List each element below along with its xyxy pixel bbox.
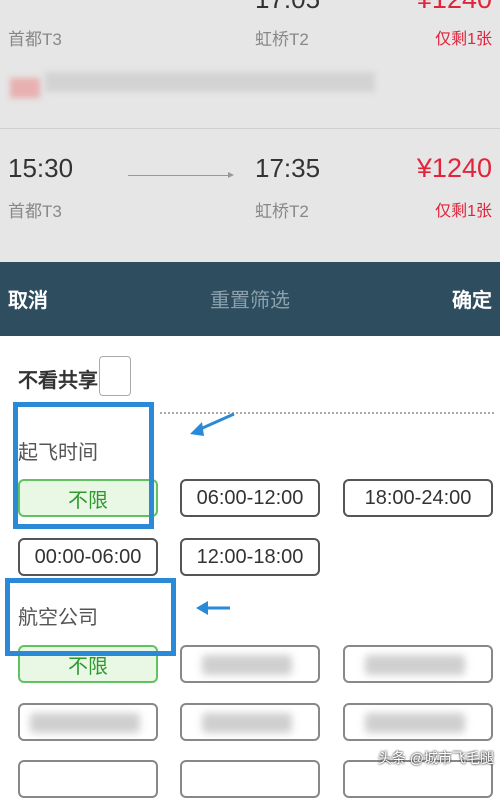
airline-option[interactable] <box>18 703 158 741</box>
arrow-icon <box>196 601 230 615</box>
reset-filter-button[interactable]: 重置筛选 <box>0 284 500 313</box>
departure-option-evening[interactable]: 18:00-24:00 <box>343 479 493 517</box>
blurred-airline-name <box>365 655 465 675</box>
departure-option-night[interactable]: 00:00-06:00 <box>18 538 158 576</box>
airline-option[interactable] <box>18 760 158 798</box>
no-share-label: 不看共享 <box>18 370 98 392</box>
departure-airport: 首都T3 <box>8 30 62 49</box>
blurred-info <box>45 72 375 92</box>
arrow-icon <box>190 412 235 436</box>
filter-header: 取消 重置筛选 确定 <box>0 262 500 336</box>
seats-left: 仅剩1张 <box>435 31 492 48</box>
divider <box>0 128 500 129</box>
blurred-airline-name <box>202 713 292 733</box>
blurred-info <box>10 78 40 98</box>
price: ¥1240 <box>416 153 492 183</box>
departure-option-morning[interactable]: 06:00-12:00 <box>180 479 320 517</box>
departure-time: 15:30 <box>8 153 74 183</box>
blurred-airline-name <box>202 655 292 675</box>
flight-list: 17:05 ¥1240 首都T3 虹桥T2 仅剩1张 15:30 17:35 ¥… <box>0 0 500 262</box>
highlight-box-departure-time <box>13 402 154 529</box>
arrival-airport: 虹桥T2 <box>255 202 309 221</box>
departure-airport: 首都T3 <box>8 202 62 221</box>
blurred-airline-name <box>30 713 140 733</box>
watermark: 头条 @城市飞毛腿 <box>377 750 494 766</box>
airline-option[interactable] <box>180 645 320 683</box>
airline-option[interactable] <box>343 645 493 683</box>
airline-option[interactable] <box>180 703 320 741</box>
airline-option[interactable] <box>343 703 493 741</box>
airline-option[interactable] <box>180 760 320 798</box>
departure-option-afternoon[interactable]: 12:00-18:00 <box>180 538 320 576</box>
arrival-time: 17:35 <box>255 153 321 183</box>
highlight-box-airline <box>5 578 176 656</box>
arrival-airport: 虹桥T2 <box>255 30 309 49</box>
arrival-time: 17:05 <box>255 0 320 15</box>
seats-left: 仅剩1张 <box>435 203 492 220</box>
flight-arrow-icon <box>128 172 234 178</box>
price: ¥1240 <box>417 0 492 15</box>
no-share-checkbox[interactable] <box>99 356 131 396</box>
blurred-airline-name <box>365 713 465 733</box>
confirm-button[interactable]: 确定 <box>452 284 492 313</box>
